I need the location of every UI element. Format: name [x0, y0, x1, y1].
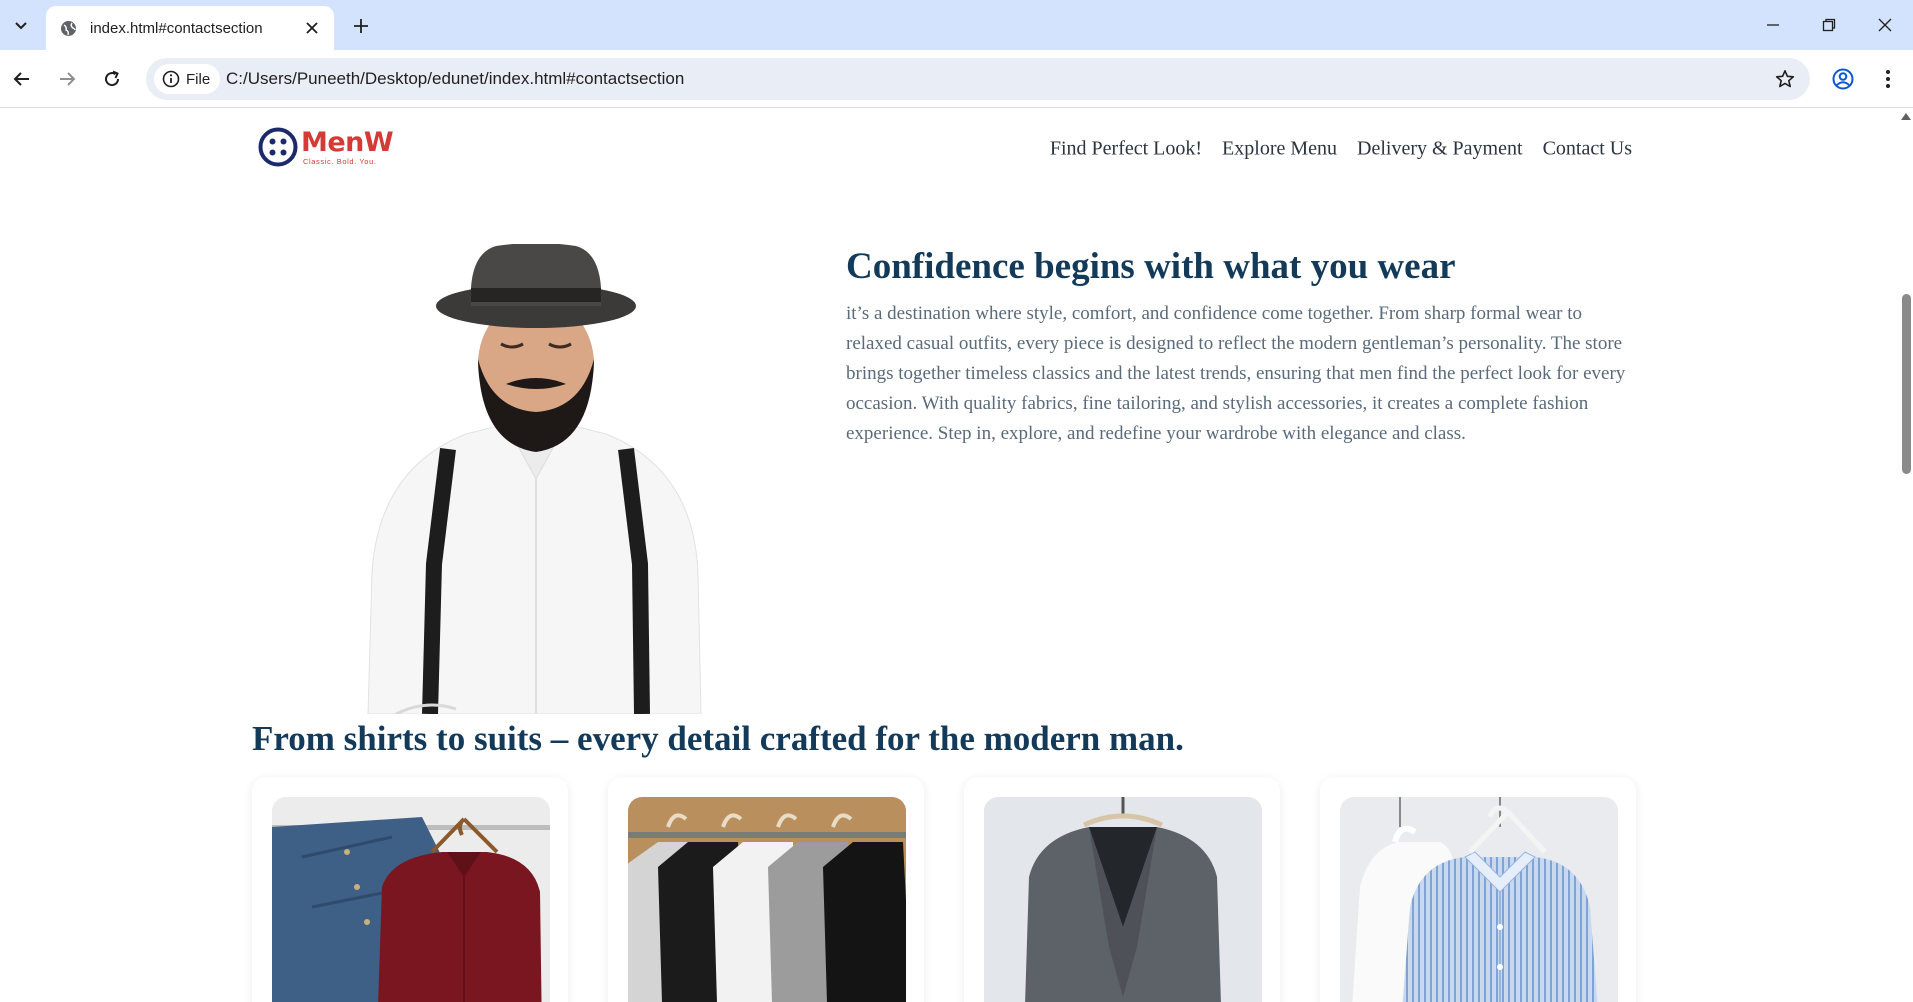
site-logo[interactable]: MenW Classic. Bold. You.	[258, 126, 394, 167]
grey-blazer-image	[984, 797, 1262, 1002]
nav-contact-us[interactable]: Contact Us	[1543, 138, 1632, 161]
info-icon	[162, 70, 180, 88]
browser-toolbar: File C:/Users/Puneeth/Desktop/edunet/ind…	[0, 50, 1913, 108]
products-section-title: From shirts to suits – every detail craf…	[252, 719, 1184, 758]
globe-icon	[58, 18, 78, 38]
product-card[interactable]	[252, 777, 568, 1002]
product-card[interactable]	[1320, 777, 1636, 1002]
product-cards	[252, 777, 1638, 1002]
product-card[interactable]	[608, 777, 924, 1002]
address-bar[interactable]: File C:/Users/Puneeth/Desktop/edunet/ind…	[146, 58, 1810, 100]
tab-title: index.html#contactsection	[90, 19, 263, 37]
active-tab[interactable]: index.html#contactsection	[46, 6, 334, 50]
hero-title: Confidence begins with what you wear	[846, 246, 1456, 287]
hero-image	[367, 244, 702, 714]
logo-tagline: Classic. Bold. You.	[303, 156, 377, 166]
arrow-left-icon	[13, 72, 29, 86]
tshirts-on-rack-image	[628, 797, 906, 1002]
nav-delivery-payment[interactable]: Delivery & Payment	[1357, 138, 1523, 161]
forward-button[interactable]	[51, 63, 83, 95]
restore-button[interactable]	[1801, 0, 1857, 50]
close-icon	[1878, 18, 1892, 32]
hero-description: it’s a destination where style, comfort,…	[846, 303, 1626, 444]
plus-icon	[354, 19, 368, 33]
tab-search-button[interactable]	[6, 12, 36, 38]
bookmark-button[interactable]	[1770, 64, 1800, 94]
browser-menu-button[interactable]	[1872, 63, 1904, 95]
profile-button[interactable]	[1827, 63, 1859, 95]
scrollbar-thumb[interactable]	[1902, 294, 1911, 474]
site-header: MenW Classic. Bold. You. Find Perfect Lo…	[252, 123, 1632, 183]
main-nav: Find Perfect Look! Explore Menu Delivery…	[1050, 138, 1632, 161]
close-window-button[interactable]	[1857, 0, 1913, 50]
hero-text: Confidence begins with what you wear it’…	[846, 245, 1646, 449]
tab-strip: index.html#contactsection	[0, 0, 1913, 50]
close-tab-icon[interactable]	[300, 16, 324, 40]
striped-shirts-image	[1340, 797, 1618, 1002]
logo-name: MenW	[301, 126, 394, 158]
account-icon	[1832, 68, 1854, 90]
reload-button[interactable]	[96, 63, 128, 95]
reload-icon	[105, 70, 120, 87]
page-viewport: MenW Classic. Bold. You. Find Perfect Lo…	[0, 109, 1913, 1002]
minimize-button[interactable]	[1745, 0, 1801, 50]
new-tab-button[interactable]	[346, 12, 376, 40]
button-logo-icon	[258, 127, 298, 167]
site-chip-label: File	[186, 70, 211, 88]
back-button[interactable]	[6, 63, 38, 95]
restore-icon	[1822, 18, 1836, 32]
nav-find-perfect-look[interactable]: Find Perfect Look!	[1050, 138, 1202, 161]
minimize-icon	[1767, 24, 1779, 26]
url-text[interactable]: C:/Users/Puneeth/Desktop/edunet/index.ht…	[226, 69, 684, 89]
page-scrollbar[interactable]	[1899, 109, 1913, 1002]
scroll-up-arrow-icon[interactable]	[1901, 113, 1911, 120]
kebab-menu-icon	[1886, 70, 1890, 88]
star-icon	[1775, 70, 1795, 88]
nav-explore-menu[interactable]: Explore Menu	[1222, 138, 1337, 161]
shirts-on-hanger-image	[272, 797, 550, 1002]
chevron-down-icon	[15, 22, 27, 30]
site-info-chip[interactable]: File	[154, 64, 221, 94]
product-card[interactable]	[964, 777, 1280, 1002]
arrow-right-icon	[60, 72, 76, 86]
